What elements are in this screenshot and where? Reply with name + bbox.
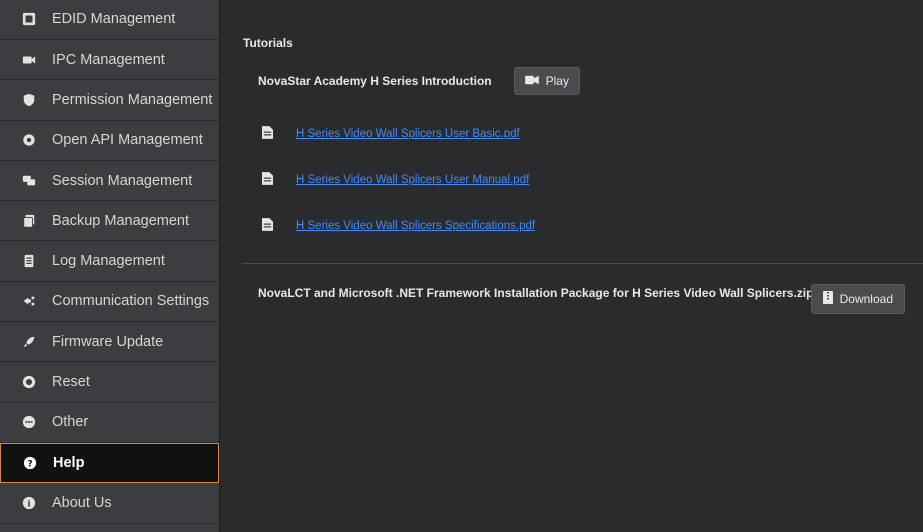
document-row: H Series Video Wall Splicers User Manual… xyxy=(262,172,529,188)
document-link-user-basic[interactable]: H Series Video Wall Splicers User Basic.… xyxy=(296,128,520,140)
sidebar-item-log-management[interactable]: Log Management xyxy=(0,241,219,282)
svg-text:?: ? xyxy=(27,460,32,470)
play-button-label: Play xyxy=(545,74,569,88)
sidebar-item-other[interactable]: Other xyxy=(0,402,219,443)
document-icon xyxy=(262,172,276,188)
shield-icon xyxy=(18,92,40,108)
communication-icon xyxy=(18,293,40,309)
sidebar-item-label: Help xyxy=(53,455,85,472)
intro-row: NovaStar Academy H Series Introduction P… xyxy=(258,67,580,95)
more-icon xyxy=(18,414,40,430)
sidebar-item-communication-settings[interactable]: Communication Settings xyxy=(0,281,219,323)
question-icon: ? xyxy=(19,455,41,471)
app-window: EDID Management IPC Management Permissio… xyxy=(0,0,923,532)
sidebar: EDID Management IPC Management Permissio… xyxy=(0,0,220,532)
sidebar-item-label: Other xyxy=(52,414,89,431)
api-icon xyxy=(18,132,40,148)
document-row: H Series Video Wall Splicers Specificati… xyxy=(262,218,535,234)
document-link-user-manual[interactable]: H Series Video Wall Splicers User Manual… xyxy=(296,174,529,186)
power-icon xyxy=(18,374,40,390)
sidebar-item-permission-management[interactable]: Permission Management xyxy=(0,80,219,121)
sidebar-item-firmware-update[interactable]: Firmware Update xyxy=(0,322,219,363)
info-icon: i xyxy=(18,495,40,511)
ipc-icon xyxy=(18,52,40,68)
package-label: NovaLCT and Microsoft .NET Framework Ins… xyxy=(258,286,814,300)
sidebar-item-ipc-management[interactable]: IPC Management xyxy=(0,40,219,81)
sidebar-item-backup-management[interactable]: Backup Management xyxy=(0,201,219,242)
sidebar-item-label: Reset xyxy=(52,374,90,391)
intro-label: NovaStar Academy H Series Introduction xyxy=(258,74,492,88)
sidebar-item-label: Permission Management xyxy=(52,91,213,108)
section-title-tutorials: Tutorials xyxy=(243,36,293,50)
section-divider xyxy=(242,263,923,264)
edid-icon xyxy=(18,11,40,27)
download-button[interactable]: Download xyxy=(810,284,905,314)
sidebar-item-label: Session Management xyxy=(52,172,193,189)
sidebar-item-open-api-management[interactable]: Open API Management xyxy=(0,120,219,161)
document-icon xyxy=(262,218,276,234)
sidebar-item-edid-management[interactable]: EDID Management xyxy=(0,0,219,40)
zip-icon xyxy=(822,291,833,307)
sidebar-item-label: EDID Management xyxy=(52,10,176,27)
document-row: H Series Video Wall Splicers User Basic.… xyxy=(262,126,520,142)
document-link-specifications[interactable]: H Series Video Wall Splicers Specificati… xyxy=(296,220,535,232)
video-icon xyxy=(524,74,539,89)
sidebar-item-label: Log Management xyxy=(52,253,165,270)
sidebar-item-label: IPC Management xyxy=(52,51,165,68)
document-icon xyxy=(262,126,276,142)
download-button-label: Download xyxy=(839,292,893,306)
sidebar-item-label: Communication Settings xyxy=(52,293,210,310)
sidebar-item-label: Open API Management xyxy=(52,132,203,149)
backup-icon xyxy=(18,213,40,229)
help-panel: Tutorials NovaStar Academy H Series Intr… xyxy=(220,0,923,532)
chat-icon xyxy=(18,173,40,189)
sidebar-item-about-us[interactable]: i About Us xyxy=(0,483,219,524)
sidebar-item-session-management[interactable]: Session Management xyxy=(0,160,219,202)
log-icon xyxy=(18,253,40,269)
package-row: NovaLCT and Microsoft .NET Framework Ins… xyxy=(258,284,905,314)
rocket-icon xyxy=(18,334,40,350)
sidebar-item-help[interactable]: ? Help xyxy=(0,442,219,484)
sidebar-item-label: Firmware Update xyxy=(52,333,164,350)
play-button[interactable]: Play xyxy=(513,67,580,95)
sidebar-item-reset[interactable]: Reset xyxy=(0,362,219,403)
sidebar-item-label: Backup Management xyxy=(52,212,190,229)
sidebar-item-label: About Us xyxy=(52,494,112,511)
